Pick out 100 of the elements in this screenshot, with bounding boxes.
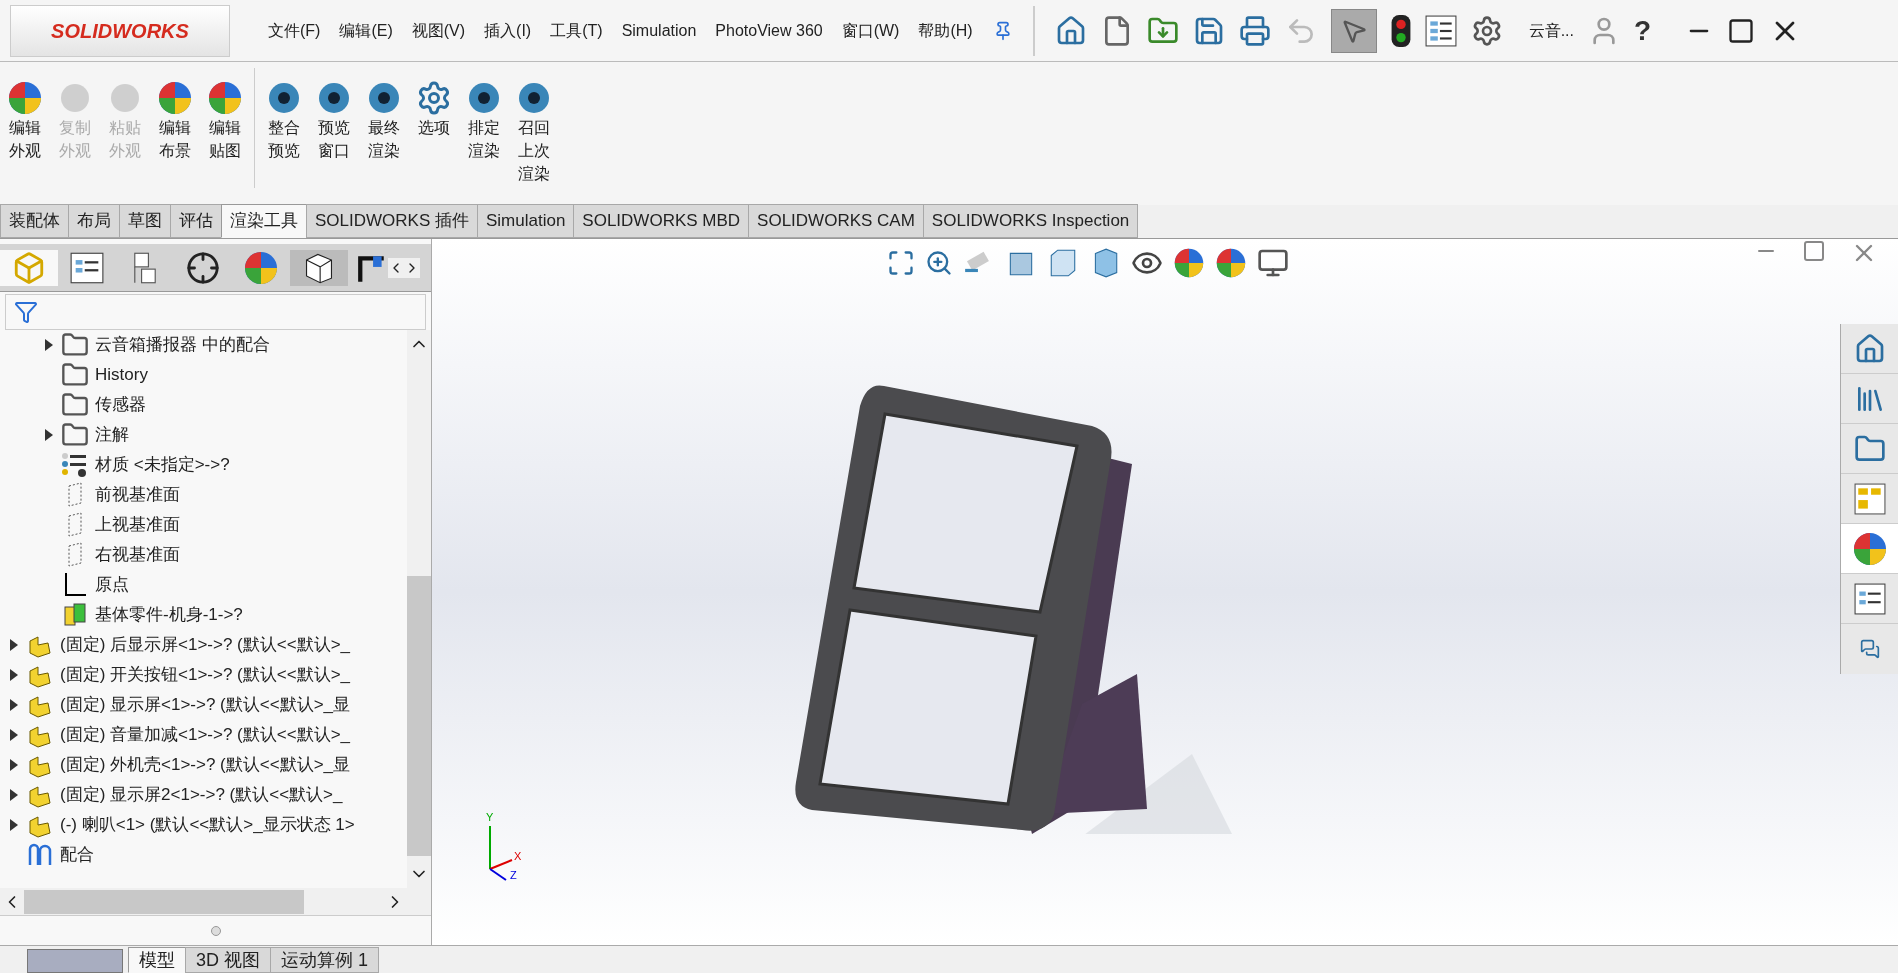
list-icon[interactable] <box>1853 582 1886 615</box>
cube-tab-icon[interactable] <box>290 249 348 286</box>
ribbon-button[interactable]: 最终 渲染 <box>359 80 409 162</box>
tab[interactable]: 渲染工具 <box>221 204 307 238</box>
menu-item[interactable]: 窗口(W) <box>841 18 900 43</box>
expand-arrow-icon[interactable] <box>10 639 18 651</box>
tree-item[interactable]: 配合 <box>60 842 94 868</box>
zoom-area-icon[interactable] <box>925 249 953 277</box>
tree-item[interactable]: 前视基准面 <box>95 482 180 508</box>
tree-item[interactable]: (固定) 显示屏2<1>->? (默认<<默认>_ <box>60 782 343 808</box>
ribbon-button[interactable]: 召回 上次 渲染 <box>509 80 559 185</box>
tab[interactable]: SOLIDWORKS Inspection <box>922 204 1139 238</box>
tree-item[interactable]: History <box>95 362 148 388</box>
tree-item[interactable]: (固定) 外机壳<1>->? (默认<<默认>_显 <box>60 752 351 778</box>
scroll-left-icon[interactable] <box>388 257 404 278</box>
tree-item[interactable]: (-) 喇叭<1> (默认<<默认>_显示状态 1> <box>60 812 355 838</box>
expand-arrow-icon[interactable] <box>45 429 53 441</box>
menu-item[interactable]: 工具(T) <box>550 18 603 43</box>
tab[interactable]: SOLIDWORKS 插件 <box>306 204 478 238</box>
eye-sphere-icon <box>266 80 302 116</box>
z-axis-label: Z <box>510 868 517 883</box>
maximize-icon[interactable] <box>1727 16 1756 45</box>
tree-item[interactable]: (固定) 显示屏<1>->? (默认<<默认>_显 <box>60 692 351 718</box>
help-button[interactable]: ? <box>1634 9 1652 52</box>
layout-icon[interactable] <box>1853 482 1886 515</box>
expand-arrow-icon[interactable] <box>10 729 18 741</box>
eye-sphere-icon <box>316 80 352 116</box>
zoom-to-fit-icon[interactable] <box>887 249 915 277</box>
ribbon-button[interactable]: 选项 <box>409 80 459 139</box>
eye-sphere-icon <box>516 80 552 116</box>
ribbon-button[interactable]: 编辑 外观 <box>0 80 50 162</box>
select-button[interactable] <box>1330 8 1377 53</box>
tab[interactable]: SOLIDWORKS CAM <box>748 204 924 238</box>
folder-icon <box>61 421 89 449</box>
menu-item[interactable]: Simulation <box>621 18 697 43</box>
menu-item[interactable]: 视图(V) <box>411 18 466 43</box>
expand-arrow-icon[interactable] <box>45 339 53 351</box>
expand-arrow-icon[interactable] <box>10 669 18 681</box>
tab[interactable]: 布局 <box>68 204 120 238</box>
tree-item[interactable]: 云音箱播报器 中的配合 <box>95 332 270 358</box>
eye-sphere-icon <box>466 80 502 116</box>
tab[interactable]: 3D 视图 <box>185 947 271 973</box>
tree-item[interactable]: 材质 <未指定>->? <box>95 452 230 478</box>
tree-item[interactable]: (固定) 开关按钮<1>->? (默认<<默认>_ <box>60 662 351 688</box>
tree-item[interactable]: (固定) 音量加减<1>->? (默认<<默认>_ <box>60 722 351 748</box>
eye-sphere-icon <box>366 80 402 116</box>
traffic-light-icon[interactable] <box>1390 14 1411 47</box>
splitter-handle[interactable] <box>210 925 221 936</box>
tree-item[interactable]: 原点 <box>95 572 129 598</box>
material-icon <box>61 451 89 479</box>
tree-item[interactable]: 注解 <box>95 422 129 448</box>
print-icon[interactable] <box>1238 14 1271 47</box>
menu-item[interactable]: 文件(F) <box>268 18 321 43</box>
expand-arrow-icon[interactable] <box>10 789 18 801</box>
tab[interactable]: 运动算例 1 <box>270 947 380 973</box>
horizontal-scrollbar[interactable] <box>0 888 431 915</box>
tree-item[interactable]: 传感器 <box>95 392 146 418</box>
folder-icon <box>61 391 89 419</box>
folder-icon <box>61 361 89 389</box>
ribbon-button[interactable]: 编辑 贴图 <box>200 80 250 162</box>
filter-field[interactable] <box>5 294 426 330</box>
tab[interactable]: 装配体 <box>0 204 69 238</box>
vertical-scrollbar[interactable] <box>407 330 431 888</box>
tree-item[interactable]: (固定) 后显示屏<1>->? (默认<<默认>_ <box>60 632 351 658</box>
logo: SOLIDWORKS <box>10 4 230 57</box>
expand-arrow-icon[interactable] <box>10 699 18 711</box>
appearances-icon <box>1851 530 1888 567</box>
forum-icon[interactable] <box>1859 639 1880 659</box>
x-axis-label: X <box>514 849 522 864</box>
settings-icon <box>416 80 452 116</box>
menu-item[interactable]: 帮助(H) <box>918 18 973 43</box>
menu-item[interactable]: 编辑(E) <box>339 18 393 43</box>
expand-arrow-icon[interactable] <box>10 819 18 831</box>
tree-item[interactable]: 基体零件-机身-1->? <box>95 602 243 628</box>
ribbon-button[interactable]: 整合 预览 <box>259 80 309 162</box>
folder-icon <box>61 331 89 359</box>
tab[interactable]: SOLIDWORKS MBD <box>573 204 750 238</box>
ribbon-button[interactable]: 预览 窗口 <box>309 80 359 162</box>
edit-appearance-icon <box>1173 247 1205 279</box>
scene-icon <box>1215 247 1247 279</box>
ribbon-button[interactable]: 排定 渲染 <box>459 80 509 162</box>
view-settings-icon[interactable] <box>1257 247 1289 279</box>
restore-icon[interactable] <box>1802 239 1826 263</box>
appearance-tab-icon <box>243 249 279 286</box>
tab[interactable]: 评估 <box>170 204 222 238</box>
decal-sphere-icon <box>207 80 243 116</box>
scroll-right-icon[interactable] <box>404 257 420 278</box>
menu-item[interactable]: 插入(I) <box>484 18 532 43</box>
tab[interactable]: 草图 <box>119 204 171 238</box>
menu-item[interactable]: PhotoView 360 <box>715 18 823 43</box>
tab[interactable]: Simulation <box>476 204 575 238</box>
ribbon-button[interactable]: 编辑 布景 <box>150 80 200 162</box>
sphere-pencil-icon <box>157 80 193 116</box>
tree-item[interactable]: 上视基准面 <box>95 512 180 538</box>
document-name: 云音... <box>1528 20 1574 41</box>
y-axis-label: Y <box>486 810 494 825</box>
list-icon[interactable] <box>1424 14 1457 47</box>
expand-arrow-icon[interactable] <box>10 759 18 771</box>
tree-item[interactable]: 右视基准面 <box>95 542 180 568</box>
tab[interactable]: 模型 <box>128 947 186 973</box>
